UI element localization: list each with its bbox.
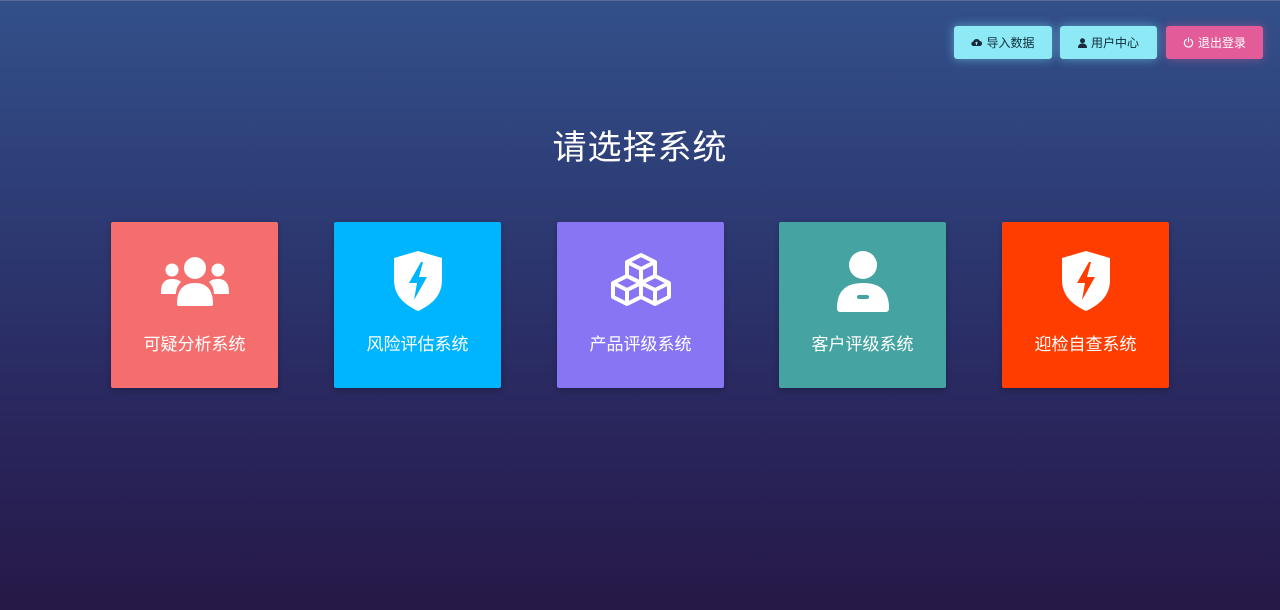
logout-label: 退出登录 — [1197, 36, 1246, 50]
import-data-button[interactable]: 导入数据 — [954, 26, 1052, 59]
system-card-risk-assessment[interactable]: 风险评估系统 — [334, 222, 501, 388]
system-card-inspection-selfcheck[interactable]: 迎检自查系统 — [1002, 222, 1169, 388]
import-data-label: 导入数据 — [986, 36, 1035, 50]
system-card-label: 可疑分析系统 — [143, 335, 246, 355]
system-card-label: 客户评级系统 — [811, 335, 914, 355]
system-card-product-rating[interactable]: 产品评级系统 — [557, 222, 724, 388]
user-center-button[interactable]: 用户中心 — [1060, 26, 1157, 59]
user-badge-icon — [779, 250, 946, 312]
user-icon — [1077, 37, 1087, 48]
logout-button[interactable]: 退出登录 — [1166, 26, 1263, 59]
shield-bolt-icon — [334, 250, 501, 312]
system-card-label: 迎检自查系统 — [1034, 335, 1137, 355]
system-card-suspicious-analysis[interactable]: 可疑分析系统 — [111, 222, 278, 388]
system-card-label: 风险评估系统 — [366, 335, 469, 355]
cloud-upload-icon — [971, 38, 983, 47]
users-group-icon — [111, 250, 278, 312]
top-toolbar: 导入数据 用户中心 退出登录 — [954, 26, 1263, 59]
system-card-label: 产品评级系统 — [589, 335, 692, 355]
power-icon — [1183, 37, 1194, 48]
shield-bolt-icon — [1002, 250, 1169, 312]
user-center-label: 用户中心 — [1090, 36, 1139, 50]
page-title: 请选择系统 — [552, 128, 728, 168]
system-card-customer-rating[interactable]: 客户评级系统 — [779, 222, 946, 388]
top-border — [0, 0, 1280, 1]
cubes-icon — [557, 250, 724, 312]
